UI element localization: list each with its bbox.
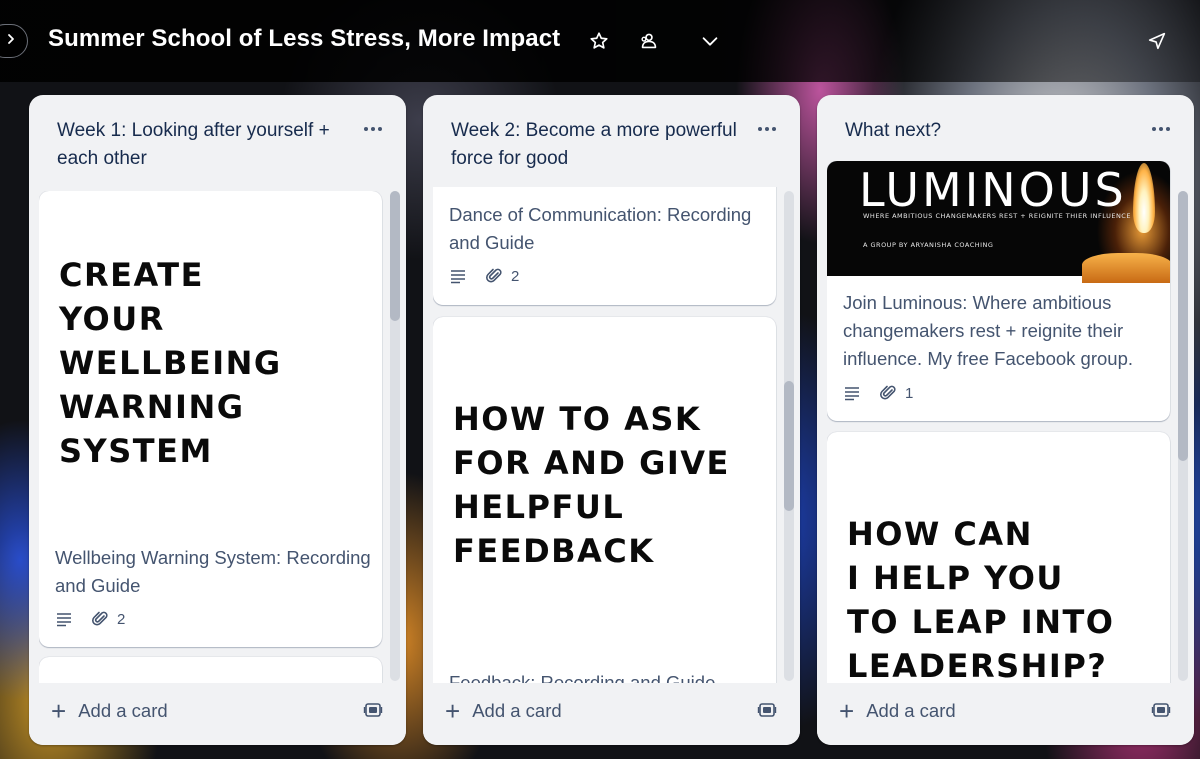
star-board-button[interactable] bbox=[582, 24, 616, 58]
chevron-right-icon bbox=[5, 32, 17, 50]
cards-container: CREATE YOUR WELLBEING WARNING SYSTEM Wel… bbox=[39, 191, 406, 683]
card-feedback[interactable]: HOW TO ASK FOR AND GIVE HELPFUL FEEDBACK… bbox=[433, 317, 776, 683]
template-icon bbox=[1151, 703, 1171, 717]
paperclip-icon bbox=[92, 611, 108, 626]
plus-icon: + bbox=[445, 696, 461, 726]
description-icon bbox=[449, 267, 467, 285]
list-actions-button[interactable] bbox=[358, 117, 388, 141]
add-card-label: Add a card bbox=[472, 700, 562, 721]
scrollbar-thumb[interactable] bbox=[390, 191, 400, 321]
card-wellbeing-warning-system[interactable]: CREATE YOUR WELLBEING WARNING SYSTEM Wel… bbox=[39, 191, 382, 647]
list-footer: + Add a card bbox=[817, 683, 1194, 745]
list-what-next: What next? LUMINOUS WHERE AMBITIOUS CHAN… bbox=[817, 95, 1194, 745]
team-visibility-icon bbox=[641, 33, 657, 49]
attachments-badge: 1 bbox=[879, 384, 913, 402]
card-badges: 2 bbox=[449, 266, 519, 286]
list-scrollbar[interactable] bbox=[784, 191, 794, 681]
template-icon bbox=[363, 703, 383, 717]
description-icon bbox=[843, 384, 861, 402]
board-title[interactable]: Summer School of Less Stress, More Impac… bbox=[48, 25, 560, 53]
list-title[interactable]: What next? bbox=[845, 117, 1135, 145]
description-icon bbox=[55, 610, 73, 628]
scrollbar-thumb[interactable] bbox=[784, 381, 794, 511]
cover-byline: A GROUP BY ARYANISHA COACHING bbox=[863, 241, 994, 249]
create-from-template-button[interactable] bbox=[358, 695, 388, 725]
card-leap-into-leadership[interactable]: HOW CAN I HELP YOU TO LEAP INTO LEADERSH… bbox=[827, 432, 1170, 683]
more-icon bbox=[758, 127, 776, 131]
add-card-button[interactable]: + Add a card bbox=[51, 693, 168, 729]
list-footer: + Add a card bbox=[423, 683, 800, 745]
card-cover-text: HOW CAN I HELP YOU TO LEAP INTO LEADERSH… bbox=[847, 515, 1115, 683]
list-scrollbar[interactable] bbox=[390, 191, 400, 681]
card-cover-text: CREATE YOUR WELLBEING WARNING SYSTEM bbox=[59, 256, 282, 470]
card-cover-image: LUMINOUS WHERE AMBITIOUS CHANGEMAKERS RE… bbox=[827, 161, 1170, 283]
star-icon bbox=[590, 32, 608, 49]
attachments-badge: 2 bbox=[91, 610, 125, 628]
card-cover-text: HOW TO ASK FOR AND GIVE HELPFUL FEEDBACK bbox=[453, 400, 730, 570]
more-icon bbox=[1152, 127, 1170, 131]
cards-container: LUMINOUS WHERE AMBITIOUS CHANGEMAKERS RE… bbox=[827, 161, 1194, 683]
card-title: Feedback: Recording and Guide bbox=[449, 672, 716, 683]
card-partial[interactable] bbox=[39, 657, 382, 683]
expand-sidebar-button[interactable] bbox=[0, 24, 28, 58]
visibility-button[interactable] bbox=[632, 24, 666, 58]
chevron-down-icon bbox=[702, 37, 718, 46]
candle-image bbox=[1082, 253, 1170, 283]
board-view-dropdown-button[interactable] bbox=[693, 24, 727, 58]
add-card-button[interactable]: + Add a card bbox=[839, 693, 956, 729]
attachments-count: 2 bbox=[511, 267, 520, 285]
card-join-luminous[interactable]: LUMINOUS WHERE AMBITIOUS CHANGEMAKERS RE… bbox=[827, 161, 1170, 421]
cover-title: LUMINOUS bbox=[859, 163, 1127, 217]
list-scrollbar[interactable] bbox=[1178, 191, 1188, 681]
list-footer: + Add a card bbox=[29, 683, 406, 745]
add-card-button[interactable]: + Add a card bbox=[445, 693, 562, 729]
create-from-template-button[interactable] bbox=[752, 695, 782, 725]
plus-icon: + bbox=[51, 696, 67, 726]
cover-subtitle: WHERE AMBITIOUS CHANGEMAKERS REST + REIG… bbox=[863, 212, 1131, 220]
card-title: Wellbeing Warning System: Recording and … bbox=[55, 547, 371, 596]
list-title[interactable]: Week 1: Looking after yourself + each ot… bbox=[57, 117, 347, 173]
scrollbar-thumb[interactable] bbox=[1178, 191, 1188, 461]
card-title: Join Luminous: Where ambitious changemak… bbox=[843, 292, 1133, 369]
card-badges: 1 bbox=[843, 383, 913, 403]
create-from-template-button[interactable] bbox=[1146, 695, 1176, 725]
list-week-2: Week 2: Become a more powerful force for… bbox=[423, 95, 800, 745]
attachments-count: 1 bbox=[905, 384, 914, 402]
cards-container: Dance of Communication: Recording and Gu… bbox=[433, 187, 800, 683]
add-card-label: Add a card bbox=[866, 700, 956, 721]
flame-image bbox=[1133, 163, 1155, 233]
paperclip-icon bbox=[486, 268, 502, 283]
more-icon bbox=[364, 127, 382, 131]
attachments-badge: 2 bbox=[485, 267, 519, 285]
board-header: Summer School of Less Stress, More Impac… bbox=[0, 0, 1200, 82]
paperclip-icon bbox=[880, 385, 896, 400]
list-actions-button[interactable] bbox=[752, 117, 782, 141]
power-ups-button[interactable] bbox=[1140, 24, 1174, 58]
send-icon bbox=[1148, 32, 1166, 50]
list-actions-button[interactable] bbox=[1146, 117, 1176, 141]
add-card-label: Add a card bbox=[78, 700, 168, 721]
attachments-count: 2 bbox=[117, 610, 126, 628]
card-badges: 2 bbox=[55, 609, 125, 629]
list-week-1: Week 1: Looking after yourself + each ot… bbox=[29, 95, 406, 745]
card-dance-of-communication[interactable]: Dance of Communication: Recording and Gu… bbox=[433, 187, 776, 305]
card-title: Dance of Communication: Recording and Gu… bbox=[449, 204, 752, 253]
plus-icon: + bbox=[839, 696, 855, 726]
template-icon bbox=[757, 703, 777, 717]
list-title[interactable]: Week 2: Become a more powerful force for… bbox=[451, 117, 741, 173]
